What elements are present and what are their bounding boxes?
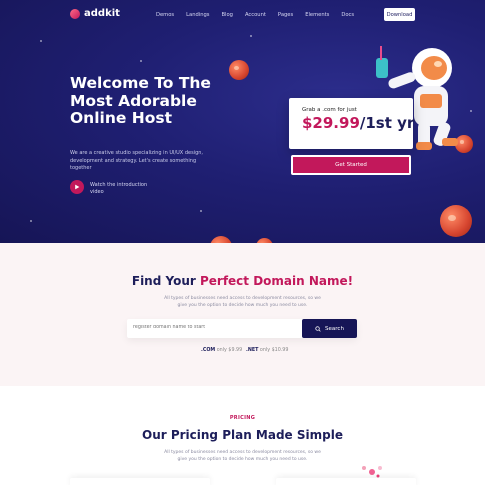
tld-net: .NET only $10.99 — [246, 348, 288, 353]
watch-video-link[interactable]: Watch the introduction video — [90, 182, 150, 196]
pricing-description: All types of businesses need access to d… — [164, 450, 321, 462]
tld-com: .COM only $9.99 — [201, 348, 242, 353]
brand[interactable]: addkit — [70, 8, 120, 19]
download-button[interactable]: Download — [384, 8, 415, 21]
planet-illustration — [440, 205, 472, 237]
offer-price: $29.99/1st yr — [302, 114, 414, 132]
brand-name: addkit — [84, 8, 120, 19]
pricing-card — [276, 478, 416, 485]
tld-price: only $10.99 — [259, 348, 289, 353]
domain-section — [0, 243, 485, 386]
hero-title: Welcome To The Most Adorable Online Host — [70, 74, 211, 127]
star — [40, 40, 42, 42]
nav-item-demos[interactable]: Demos — [156, 12, 174, 18]
search-icon — [315, 325, 321, 332]
search-button[interactable]: Search — [302, 319, 357, 338]
star — [30, 220, 32, 222]
nav-item-elements[interactable]: Elements — [305, 12, 329, 18]
play-icon — [75, 184, 80, 190]
main-nav: Demos Landings Blog Account Pages Elemen… — [156, 12, 366, 18]
pricing-title: Our Pricing Plan Made Simple — [142, 428, 343, 442]
domain-title: Find Your Perfect Domain Name! — [0, 274, 485, 288]
get-started-button[interactable]: Get Started — [291, 155, 411, 175]
pricing-tag: PRICING — [229, 415, 256, 421]
nav-item-landings[interactable]: Landings — [186, 12, 209, 18]
tld-ext: .COM — [201, 348, 216, 353]
offer-card: Grab a .com for just $29.99/1st yr — [289, 98, 414, 149]
search-button-label: Search — [325, 325, 344, 332]
offer-intro: Grab a .com for just — [302, 107, 357, 113]
nav-item-blog[interactable]: Blog — [222, 12, 233, 18]
domain-title-highlight: Perfect Domain Name! — [199, 274, 354, 288]
star — [140, 60, 142, 62]
tld-ext: .NET — [246, 348, 259, 353]
planet-illustration — [210, 236, 232, 243]
domain-search-bar: Search — [127, 319, 357, 338]
star — [200, 210, 202, 212]
domain-description: All types of businesses need access to d… — [164, 296, 321, 308]
hero-subtitle: We are a creative studio specializing in… — [70, 150, 203, 171]
domain-title-prefix: Find Your — [131, 274, 200, 288]
page: addkit Demos Landings Blog Account Pages… — [0, 0, 485, 485]
play-video-button[interactable] — [70, 180, 84, 194]
brand-logo-icon — [70, 8, 80, 19]
planet-illustration — [229, 60, 249, 80]
offer-price-amount: $29.99 — [302, 114, 360, 132]
offer-price-period: /1st yr — [359, 114, 415, 132]
nav-item-docs[interactable]: Docs — [341, 12, 354, 18]
nav-item-pages[interactable]: Pages — [278, 12, 293, 18]
nav-item-account[interactable]: Account — [245, 12, 266, 18]
hero-section: addkit Demos Landings Blog Account Pages… — [0, 0, 485, 243]
star — [470, 110, 472, 112]
pricing-card — [70, 478, 210, 485]
domain-search-input[interactable] — [133, 325, 293, 330]
star — [250, 35, 252, 37]
tld-price: only $9.99 — [216, 348, 243, 353]
